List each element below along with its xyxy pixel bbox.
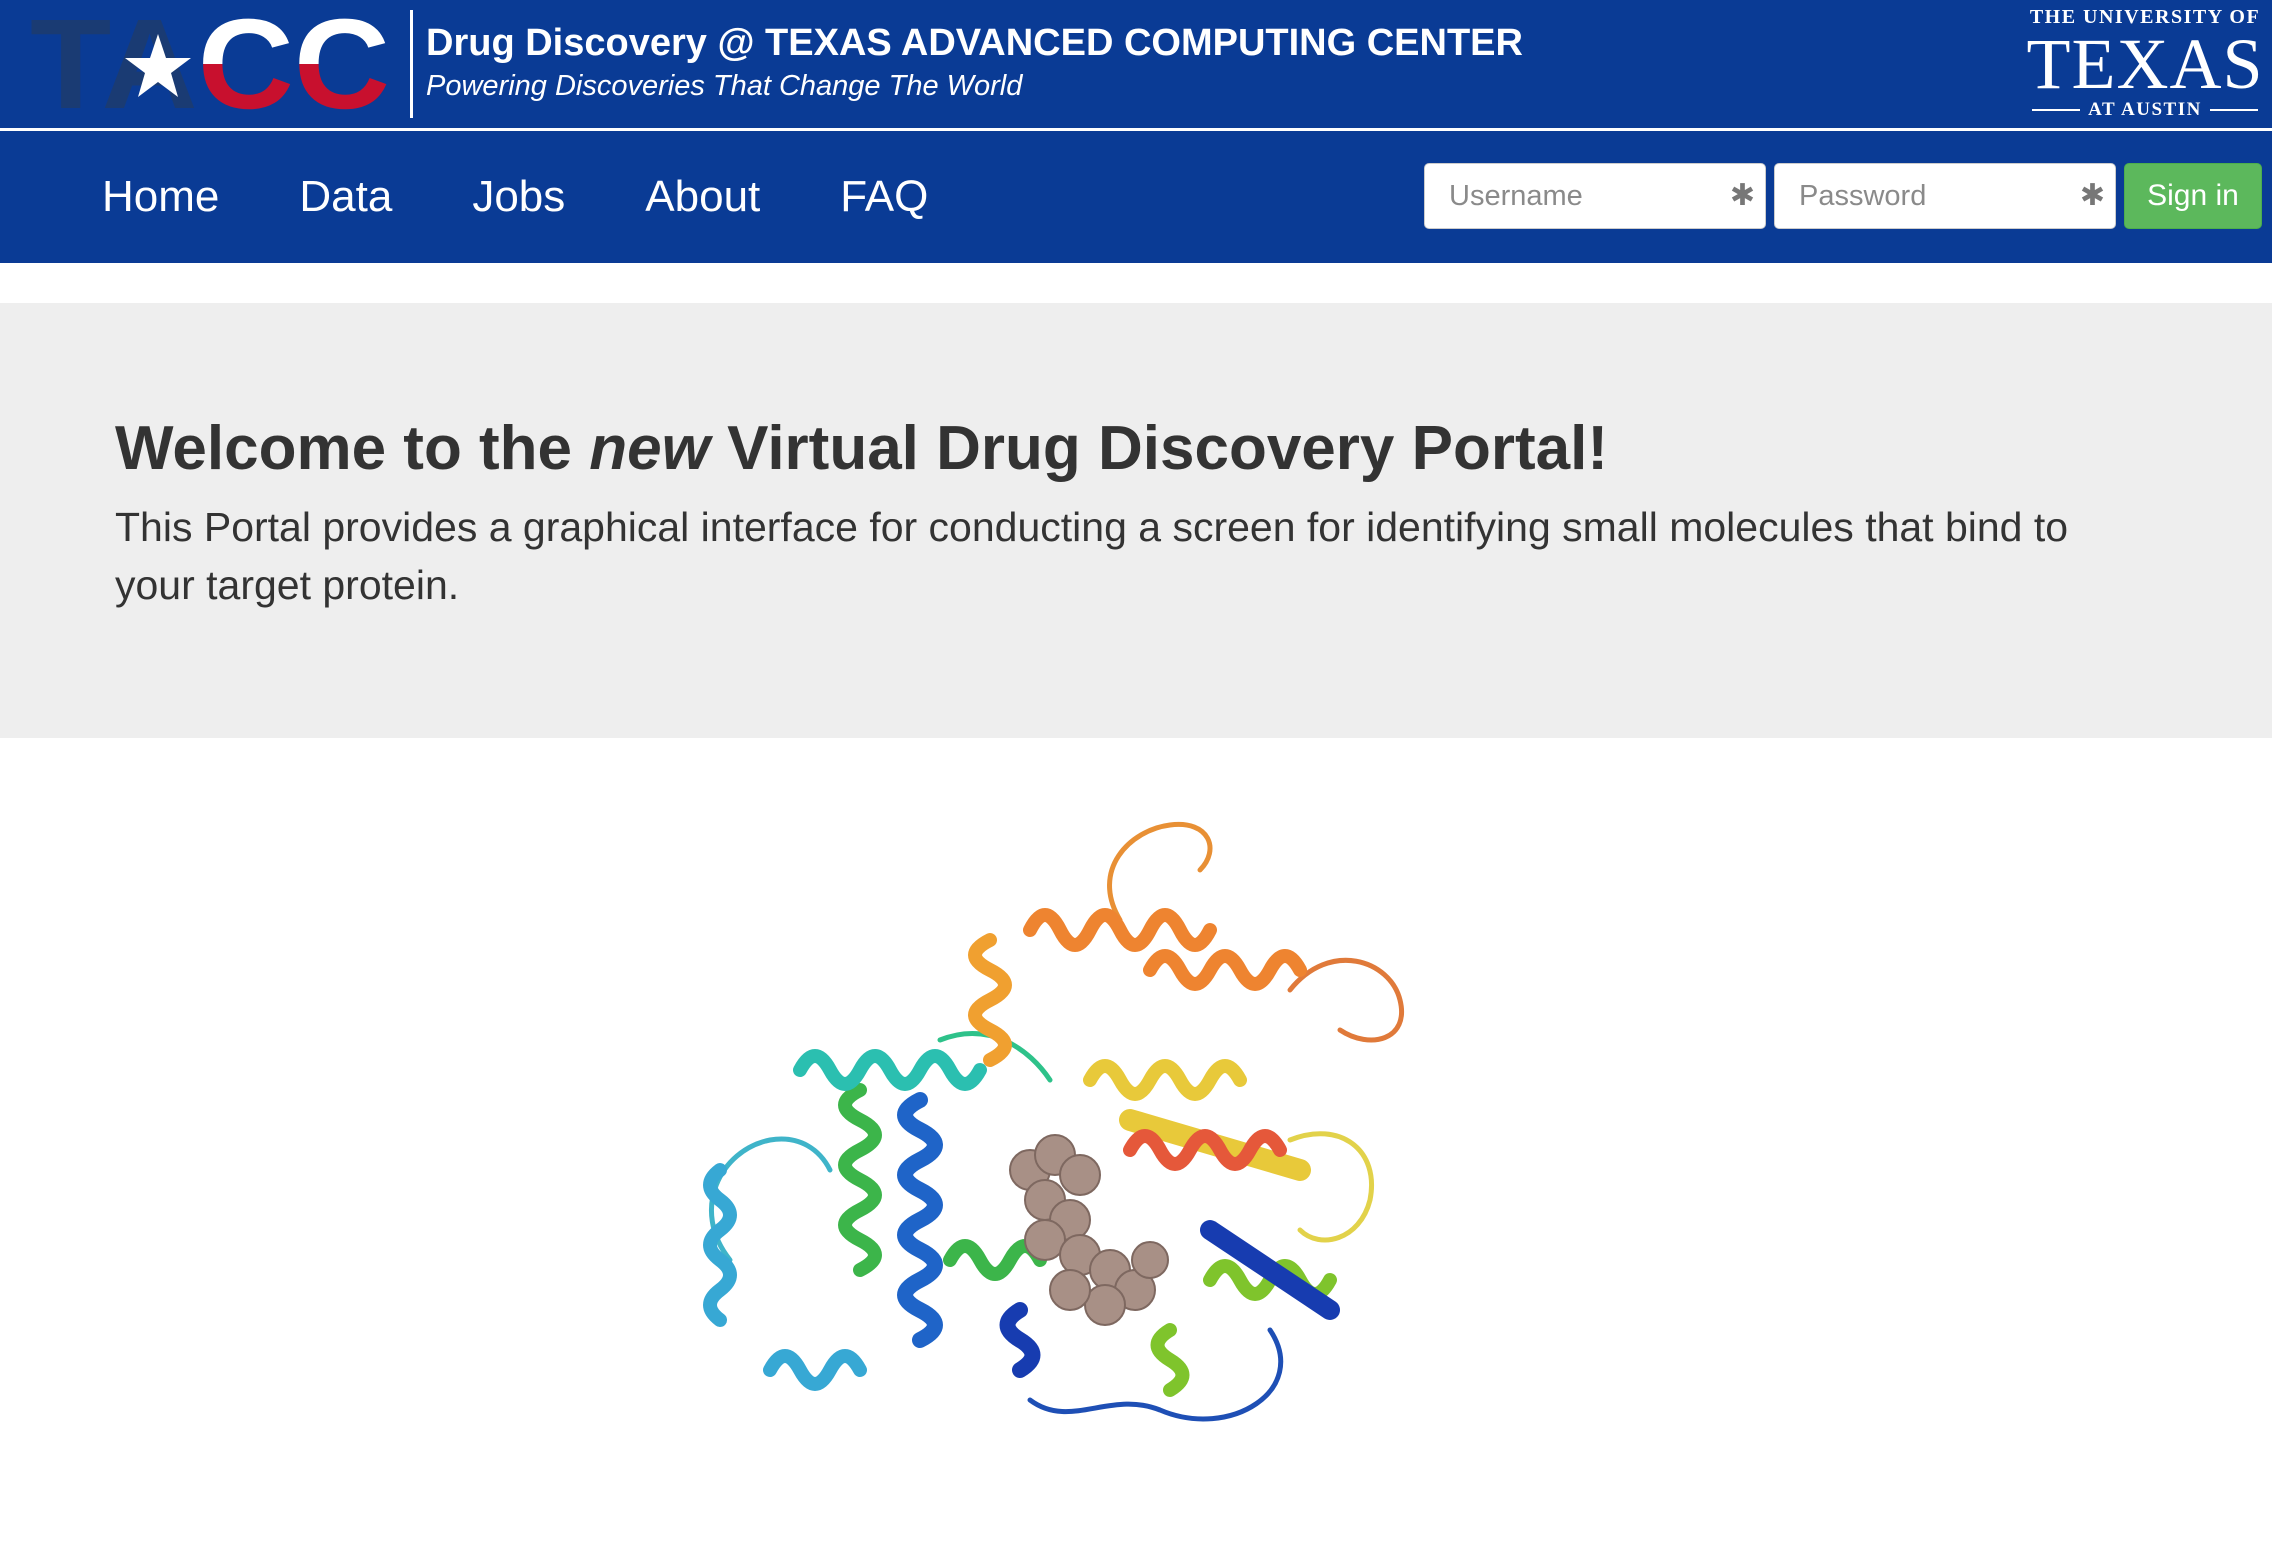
nav-links: Home Data Jobs About FAQ bbox=[72, 131, 1008, 263]
welcome-heading-suffix: Virtual Drug Discovery Portal! bbox=[709, 414, 1608, 483]
welcome-heading-prefix: Welcome to the bbox=[115, 414, 590, 483]
asterisk-icon: ✱ bbox=[1729, 179, 1755, 212]
site-title: Drug Discovery @ TEXAS ADVANCED COMPUTIN… bbox=[426, 22, 1523, 64]
ut-logo-rule bbox=[2209, 109, 2258, 111]
nav-home[interactable]: Home bbox=[102, 172, 219, 222]
ut-logo-bottom-text: AT AUSTIN bbox=[2088, 99, 2202, 120]
sign-in-button[interactable]: Sign in bbox=[2124, 163, 2262, 229]
site-banner: TACC Drug Discovery @ TEXAS ADVANCED COM… bbox=[0, 0, 2272, 131]
password-input[interactable] bbox=[1775, 164, 2115, 228]
login-form: ✱ ✱ Sign in bbox=[1424, 163, 2262, 229]
nav-data[interactable]: Data bbox=[299, 172, 392, 222]
ut-austin-logo[interactable]: THE UNIVERSITY OF TEXAS AT AUSTIN bbox=[2026, 4, 2264, 122]
nav-jobs[interactable]: Jobs bbox=[472, 172, 565, 222]
nav-faq[interactable]: FAQ bbox=[840, 172, 928, 222]
main-navbar: Home Data Jobs About FAQ ✱ ✱ Sign in bbox=[0, 131, 2272, 263]
username-field-wrapper: ✱ bbox=[1424, 163, 1766, 229]
password-field-wrapper: ✱ bbox=[1774, 163, 2116, 229]
welcome-heading: Welcome to the new Virtual Drug Discover… bbox=[115, 413, 1608, 484]
username-input[interactable] bbox=[1425, 164, 1765, 228]
welcome-jumbotron: Welcome to the new Virtual Drug Discover… bbox=[0, 303, 2272, 738]
nav-about[interactable]: About bbox=[645, 172, 760, 222]
tacc-logo[interactable]: TACC bbox=[30, 12, 392, 114]
ut-logo-rule bbox=[2032, 109, 2081, 111]
asterisk-icon: ✱ bbox=[2079, 179, 2105, 212]
ut-logo-main: TEXAS bbox=[2026, 24, 2264, 104]
intro-text: This Portal provides a graphical interfa… bbox=[115, 504, 2069, 608]
welcome-heading-emphasis: new bbox=[589, 414, 710, 483]
protein-structure-image bbox=[703, 821, 1405, 1422]
banner-divider bbox=[410, 10, 413, 118]
site-tagline: Powering Discoveries That Change The Wor… bbox=[426, 70, 1023, 102]
